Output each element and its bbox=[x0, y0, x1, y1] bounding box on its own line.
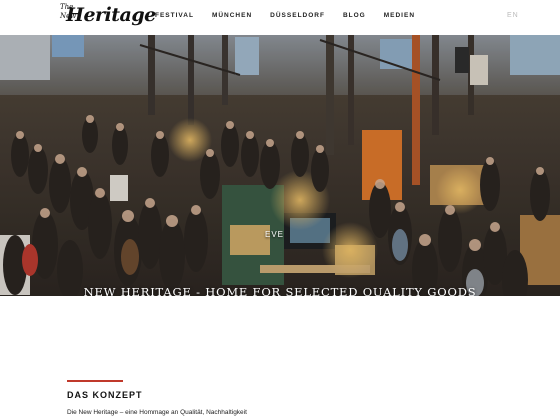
hero-image: EVE NEW HERITAGE - HOME FOR SELECTED QUA… bbox=[0, 35, 560, 296]
market-hall-photo bbox=[0, 35, 560, 296]
hero-caption: NEW HERITAGE - HOME FOR SELECTED QUALITY… bbox=[83, 285, 477, 296]
nav-item-muenchen[interactable]: MÜNCHEN bbox=[212, 12, 252, 19]
section-accent-rule bbox=[67, 380, 123, 382]
nav-item-medien[interactable]: MEDIEN bbox=[384, 12, 415, 19]
site-header: The New Heritage FESTIVAL MÜNCHEN DÜSSEL… bbox=[0, 0, 560, 35]
nav-item-duesseldorf[interactable]: DÜSSELDORF bbox=[270, 12, 325, 19]
language-switch[interactable]: EN bbox=[507, 12, 519, 19]
site-logo[interactable]: Heritage bbox=[66, 4, 156, 26]
nav-item-festival[interactable]: FESTIVAL bbox=[155, 12, 194, 19]
nav-item-blog[interactable]: BLOG bbox=[343, 12, 366, 19]
main-nav: FESTIVAL MÜNCHEN DÜSSELDORF BLOG MEDIEN bbox=[155, 12, 433, 19]
section-intro-text: Die New Heritage – eine Hommage an Quali… bbox=[67, 409, 247, 416]
hero-sign-text: EVE bbox=[265, 230, 285, 239]
section-title: DAS KONZEPT bbox=[67, 390, 143, 400]
